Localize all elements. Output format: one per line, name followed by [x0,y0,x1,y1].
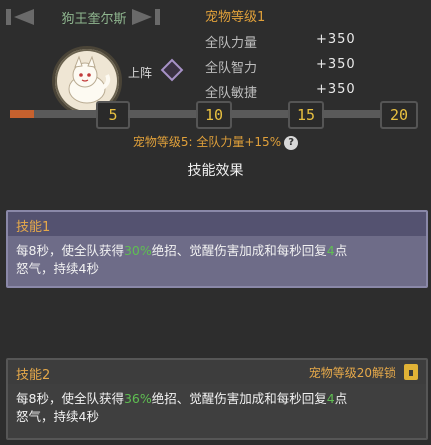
stat-value-agility: +350 [316,82,356,97]
desc-text: 怒气，持续4秒 [16,409,99,424]
milestone-level-5: 5 [96,101,130,129]
desc-text: 点 [334,243,348,258]
desc-percent: 30% [123,243,152,258]
stat-label-agility: 全队敏捷 [205,86,258,101]
desc-text: 每8秒，使全队获得 [16,391,124,406]
skill-card-2: 技能2 宠物等级20解锁 每8秒，使全队获得36%绝招、觉醒伤害加成和每秒回复4… [6,358,428,440]
help-icon[interactable]: ? [284,135,299,150]
milestone-level-20: 20 [380,101,418,129]
deploy-label: 上阵 [128,66,153,80]
prev-arrow-icon [6,9,34,25]
level-bonus-text: 宠物等级5: 全队力量+15% [132,135,282,149]
progress-track-3 [230,110,288,118]
stat-value-strength: +350 [316,32,356,47]
progress-fill [10,110,34,118]
stat-label-strength: 全队力量 [205,36,258,51]
skill-title: 技能1 [16,220,51,235]
milestone-level-10: 10 [196,101,232,129]
progress-track-2 [128,110,196,118]
next-arrow-icon [132,9,160,25]
lock-icon [404,364,418,380]
desc-text: 绝招、觉醒伤害加成和每秒回复 [151,391,327,406]
skill-effects-title: 技能效果 [187,163,244,179]
skill-card-1: 技能1 每8秒，使全队获得30%绝招、觉醒伤害加成和每秒回复4点 怒气，持续4秒 [6,210,428,288]
milestone-level-15: 15 [288,101,324,129]
unlock-requirement: 宠物等级20解锁 [308,366,396,380]
pet-level-title: 宠物等级1 [205,10,266,25]
desc-text: 怒气，持续4秒 [16,261,99,276]
stat-value-intelligence: +350 [316,57,356,72]
desc-percent: 36% [123,391,152,406]
stat-label-intelligence: 全队智力 [205,61,258,76]
desc-number: 4 [326,243,335,258]
skill-description: 每8秒，使全队获得30%绝招、觉醒伤害加成和每秒回复4点 怒气，持续4秒 [16,242,416,278]
progress-track-4 [322,110,380,118]
skill-description: 每8秒，使全队获得36%绝招、觉醒伤害加成和每秒回复4点 怒气，持续4秒 [16,390,416,426]
skill-title: 技能2 [16,368,51,383]
next-pet-button[interactable] [128,6,162,28]
desc-number: 4 [326,391,335,406]
deploy-diamond-icon[interactable] [160,58,184,82]
desc-text: 每8秒，使全队获得 [16,243,124,258]
desc-text: 绝招、觉醒伤害加成和每秒回复 [151,243,327,258]
prev-pet-button[interactable] [4,6,38,28]
level-bonus: 宠物等级5: 全队力量+15%? [0,133,431,150]
skill-card-header [8,212,426,236]
desc-text: 点 [334,391,348,406]
